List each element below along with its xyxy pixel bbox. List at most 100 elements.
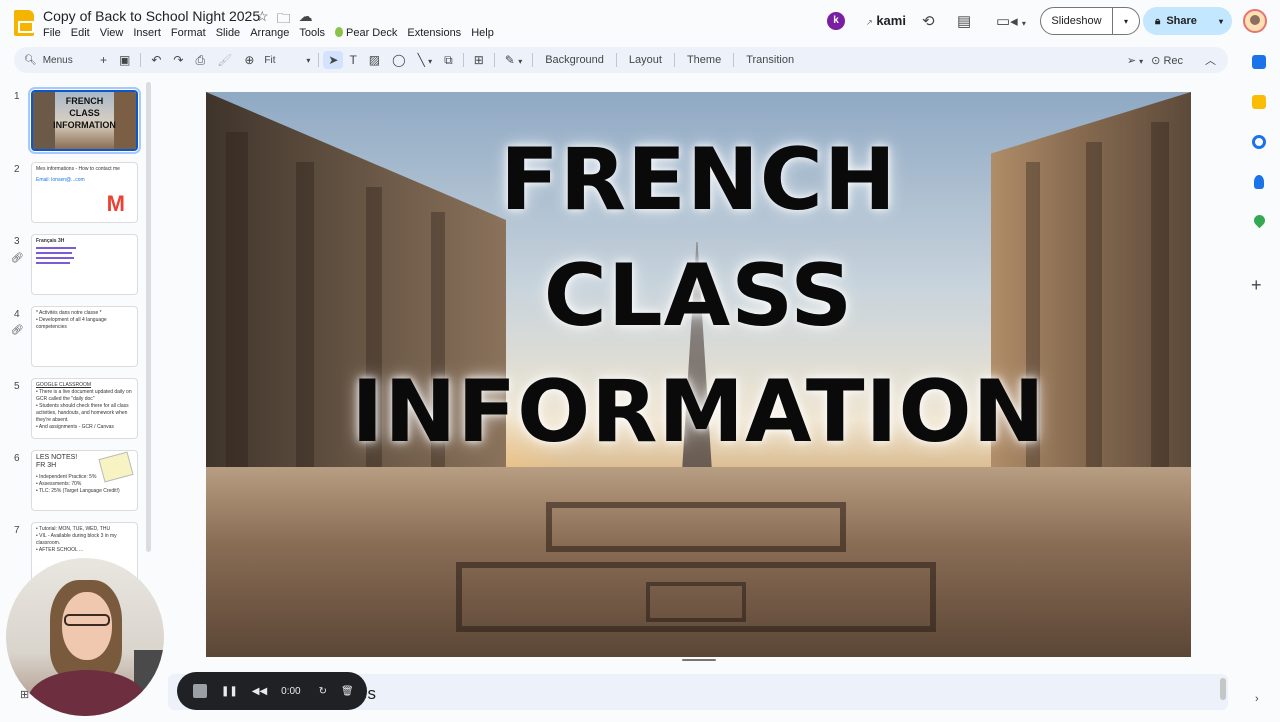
line-icon[interactable]: ╲ ▾ xyxy=(412,53,439,67)
external-link-icon: ↗ xyxy=(866,18,873,27)
chevron-down-icon: ▾ xyxy=(306,55,311,65)
menu-file[interactable]: File xyxy=(38,25,66,41)
slides-app: Copy of Back to School Night 2025 ☆ 🗀 ☁ … xyxy=(0,0,1280,722)
pointer-mode-icon[interactable]: ➢ ▾ xyxy=(1127,54,1143,67)
tasks-icon[interactable] xyxy=(1252,135,1266,149)
menu-arrange[interactable]: Arrange xyxy=(245,25,294,41)
menu-help[interactable]: Help xyxy=(466,25,499,41)
webcam-bubble[interactable] xyxy=(6,558,164,716)
menu-extensions[interactable]: Extensions xyxy=(402,25,466,41)
chevron-up-icon[interactable]: ︿ xyxy=(1205,52,1216,68)
rewind-icon[interactable]: ◀◀ xyxy=(252,686,267,697)
slide-title-line: FRENCH xyxy=(500,130,897,230)
new-slide-layout-icon[interactable]: ▣ xyxy=(113,53,136,67)
link-icon: 🔗︎ xyxy=(11,325,24,336)
replace-image-icon[interactable]: ⧉ xyxy=(438,53,459,68)
thumbnail-text: • AFTER SCHOOL ... xyxy=(36,547,84,553)
theme-button[interactable]: Theme xyxy=(679,54,729,66)
slide-thumbnail-6[interactable]: LES NOTES! FR 3H • Independent Practice:… xyxy=(31,450,138,511)
kami-button[interactable]: ↗ kami xyxy=(866,13,906,28)
menu-edit[interactable]: Edit xyxy=(66,25,95,41)
slide-canvas[interactable]: FRENCH CLASS INFORMATION xyxy=(206,92,1191,657)
slide-thumbnail-3[interactable]: Français 3H xyxy=(31,234,138,295)
kami-extension-icon[interactable]: k xyxy=(827,12,845,30)
search-input[interactable]: Menus xyxy=(43,55,73,66)
comment-icon[interactable]: ▤ xyxy=(957,12,971,30)
thumbnail-title-line: INFORMATION xyxy=(53,120,116,130)
document-title[interactable]: Copy of Back to School Night 2025 xyxy=(43,8,260,24)
filmstrip-scrollbar[interactable] xyxy=(146,82,151,552)
image-icon[interactable]: ▨ xyxy=(363,53,386,67)
pen-icon[interactable]: ✎ ▾ xyxy=(499,53,528,67)
menu-pear-deck[interactable]: Pear Deck xyxy=(330,25,402,41)
maps-icon[interactable] xyxy=(1251,212,1268,229)
presenter-face xyxy=(62,592,112,660)
thumbnail-bullet-line xyxy=(36,252,72,254)
slide-title-line: CLASS xyxy=(543,246,854,346)
slide-number: 2 xyxy=(14,164,20,175)
slide-title[interactable]: FRENCH CLASS INFORMATION xyxy=(206,122,1191,470)
print-icon[interactable]: ⎙ xyxy=(189,53,211,68)
record-icon: ⊙ xyxy=(1151,54,1161,67)
notes-scrollbar[interactable] xyxy=(1220,678,1226,700)
menu-insert[interactable]: Insert xyxy=(128,25,166,41)
avatar[interactable] xyxy=(1243,9,1267,33)
chevron-right-icon[interactable]: › xyxy=(1255,693,1259,705)
thumbnail-text: • And assignments - GCR / Canvas xyxy=(36,424,114,430)
slide-number: 4 xyxy=(14,309,20,320)
zoom-select[interactable]: Fit ▾ xyxy=(260,55,314,66)
notes-resize-handle[interactable] xyxy=(682,659,716,661)
undo-icon[interactable]: ↶ xyxy=(145,53,167,67)
menu-slide[interactable]: Slide xyxy=(211,25,245,41)
paint-format-icon[interactable]: 🖌︎ xyxy=(211,53,238,67)
rec-button[interactable]: ⊙ Rec xyxy=(1151,54,1183,67)
contacts-icon[interactable] xyxy=(1254,175,1264,189)
slide-number: 3 xyxy=(14,236,20,247)
toolbar-right: ➢ ▾ ⊙ Rec ︿ xyxy=(1127,47,1216,73)
plaza-tile-pattern xyxy=(646,582,746,622)
divider xyxy=(318,53,320,67)
rec-label: Rec xyxy=(1163,54,1183,67)
pause-icon[interactable]: ❚❚ xyxy=(221,686,238,697)
redo-icon[interactable]: ↷ xyxy=(167,53,189,67)
background-button[interactable]: Background xyxy=(537,54,612,66)
menus-search[interactable]: 🔍︎ Menus xyxy=(14,55,94,66)
lock-icon: 🔒︎ xyxy=(1155,15,1161,27)
thumbnail-text: * Activités dans notre classe * xyxy=(36,310,102,316)
zoom-icon[interactable]: ⊕ xyxy=(238,53,260,67)
layout-button[interactable]: Layout xyxy=(621,54,670,66)
comment-add-icon[interactable]: ⊞ xyxy=(468,53,490,67)
gmail-logo: M xyxy=(106,191,125,216)
calendar-icon[interactable] xyxy=(1252,55,1266,69)
slideshow-label[interactable]: Slideshow xyxy=(1041,8,1113,34)
keep-icon[interactable] xyxy=(1252,95,1266,109)
chevron-down-icon[interactable]: ▾ xyxy=(1219,17,1223,26)
shape-icon[interactable]: ◯ xyxy=(386,53,411,67)
delete-icon[interactable]: 🗑︎ xyxy=(341,686,354,697)
history-icon[interactable]: ⟲ xyxy=(922,12,935,30)
slide-thumbnail-1[interactable]: FRENCH CLASS INFORMATION xyxy=(28,87,141,154)
share-button[interactable]: 🔒︎ Share ▾ xyxy=(1143,7,1232,35)
divider xyxy=(140,53,142,67)
stop-recording-button[interactable] xyxy=(193,684,207,698)
slide-thumbnail-2[interactable]: Mes informations - How to contact me Ema… xyxy=(31,162,138,223)
menu-tools[interactable]: Tools xyxy=(294,25,330,41)
menu-format[interactable]: Format xyxy=(166,25,211,41)
restart-icon[interactable]: ↻ xyxy=(319,686,327,697)
new-slide-icon[interactable]: + xyxy=(94,53,113,67)
thumbnail-title: FRENCH CLASS INFORMATION xyxy=(33,95,136,131)
menu-view[interactable]: View xyxy=(95,25,129,41)
video-call-icon[interactable]: ▭◂ ▾ xyxy=(996,12,1026,30)
transition-button[interactable]: Transition xyxy=(738,54,802,66)
slide-thumbnail-5[interactable]: GOOGLE CLASSROOM • There is a live docum… xyxy=(31,378,138,439)
slide-thumbnail-4[interactable]: * Activités dans notre classe * • Develo… xyxy=(31,306,138,367)
thumbnail-title-line: CLASS xyxy=(69,108,100,118)
cursor-icon[interactable]: ➤ xyxy=(323,51,344,69)
textbox-icon[interactable]: T xyxy=(343,53,362,67)
slides-logo[interactable] xyxy=(14,10,34,36)
slideshow-button[interactable]: Slideshow ▾ xyxy=(1040,7,1140,35)
chevron-down-icon[interactable]: ▾ xyxy=(1113,8,1139,34)
recording-controls: ❚❚ ◀◀ 0:00 ↻ 🗑︎ xyxy=(177,672,367,710)
slide-title-line: INFORMATION xyxy=(351,362,1046,462)
add-addon-icon[interactable]: + xyxy=(1251,275,1262,296)
